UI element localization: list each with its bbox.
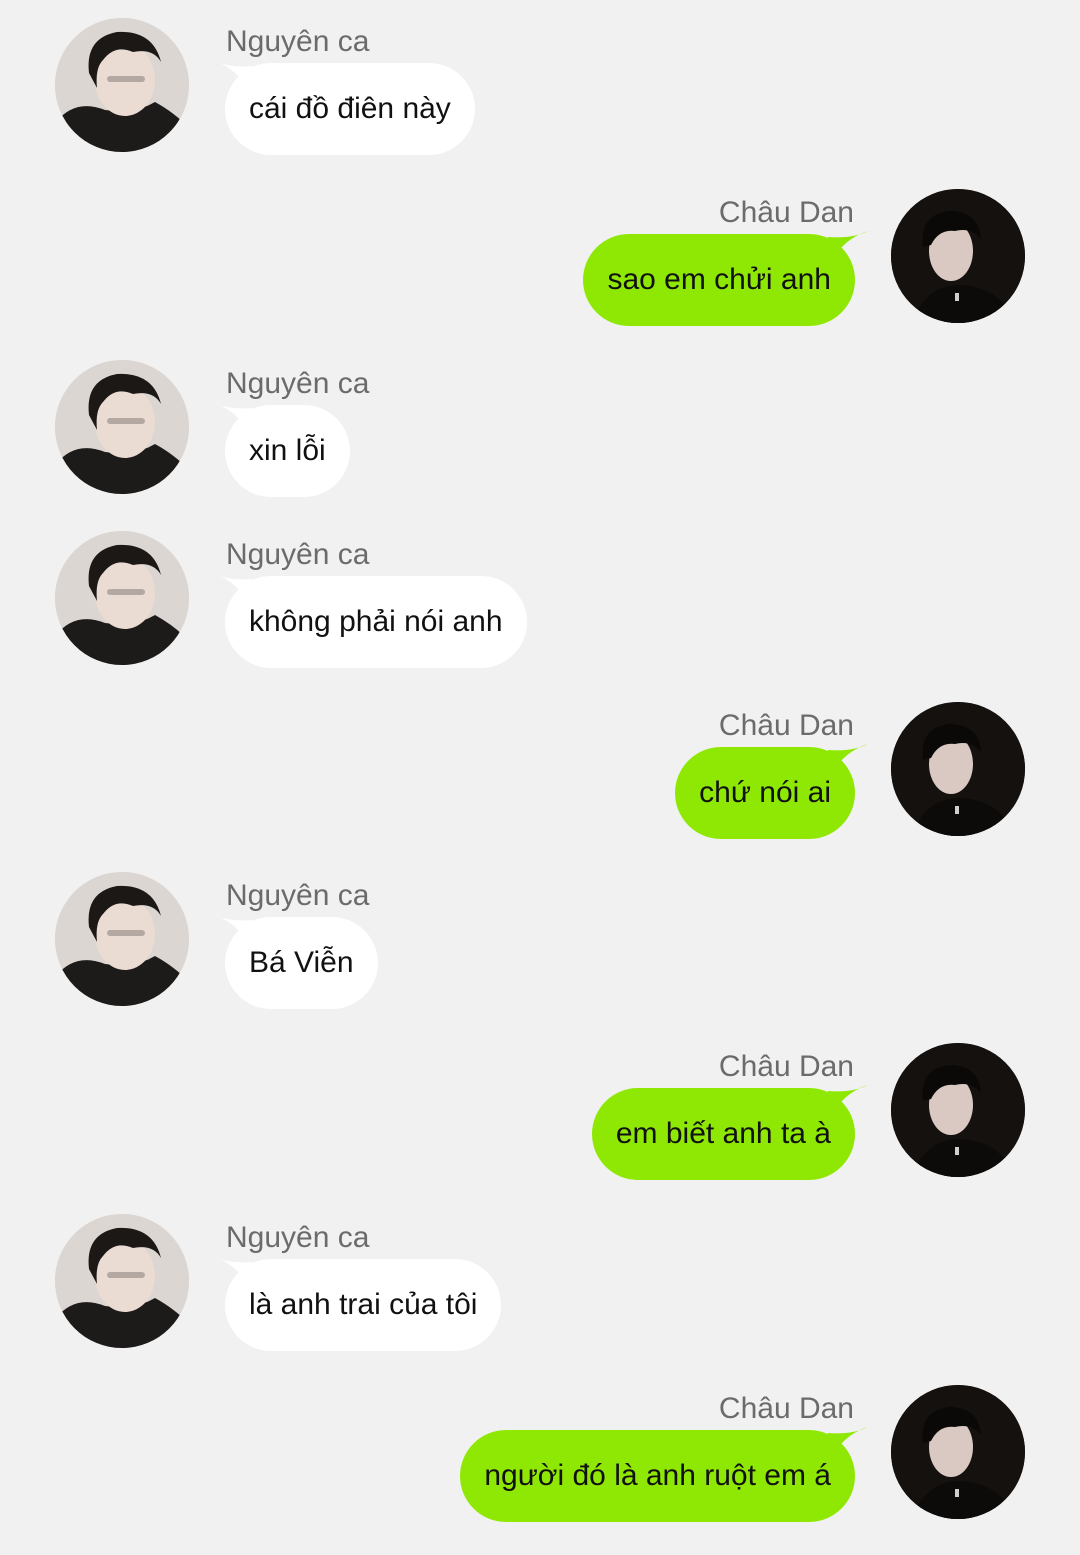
message-row: Châu Dan chứ nói ai [0,702,1080,842]
sender-avatar[interactable] [55,1214,189,1348]
message-bubble[interactable]: sao em chửi anh [583,234,855,326]
user-avatar-photo-icon [55,360,189,494]
message-bubble[interactable]: xin lỗi [225,405,350,497]
sender-avatar[interactable] [55,18,189,152]
sender-name: Châu Dan [718,1392,854,1425]
user-avatar-photo-icon [891,1385,1025,1519]
message-bubble[interactable]: chứ nói ai [675,747,855,839]
sender-name: Nguyên ca [226,538,370,571]
message-row: Nguyên ca không phải nói anh [0,531,1080,671]
message-row: Nguyên ca là anh trai của tôi [0,1214,1080,1354]
user-avatar-photo-icon [891,702,1025,836]
sender-avatar[interactable] [891,1043,1025,1177]
message-bubble[interactable]: cái đồ điên này [225,63,475,155]
message-row: Nguyên ca cái đồ điên này [0,18,1080,158]
user-avatar-photo-icon [891,189,1025,323]
message-bubble[interactable]: người đó là anh ruột em á [460,1430,855,1522]
message-row: Châu Dan sao em chửi anh [0,189,1080,329]
message-bubble[interactable]: là anh trai của tôi [225,1259,502,1351]
sender-name: Châu Dan [718,196,854,229]
message-row: Nguyên ca xin lỗi [0,360,1080,500]
message-bubble[interactable]: em biết anh ta à [591,1088,855,1180]
sender-name: Nguyên ca [226,367,370,400]
message-bubble[interactable]: Bá Viễn [225,917,378,1009]
sender-name: Nguyên ca [226,25,370,58]
sender-name: Nguyên ca [226,1221,370,1254]
user-avatar-photo-icon [891,1043,1025,1177]
message-row: Châu Dan người đó là anh ruột em á [0,1385,1080,1525]
user-avatar-photo-icon [55,1214,189,1348]
user-avatar-photo-icon [55,18,189,152]
user-avatar-photo-icon [55,872,189,1006]
message-row: Nguyên ca Bá Viễn [0,872,1080,1012]
sender-name: Châu Dan [718,709,854,742]
sender-avatar[interactable] [55,531,189,665]
message-row: Châu Dan em biết anh ta à [0,1043,1080,1183]
sender-avatar[interactable] [891,1385,1025,1519]
user-avatar-photo-icon [55,531,189,665]
sender-avatar[interactable] [891,189,1025,323]
sender-avatar[interactable] [55,360,189,494]
message-bubble[interactable]: không phải nói anh [225,576,527,668]
sender-name: Nguyên ca [226,879,370,912]
sender-name: Châu Dan [718,1050,854,1083]
sender-avatar[interactable] [891,702,1025,836]
sender-avatar[interactable] [55,872,189,1006]
